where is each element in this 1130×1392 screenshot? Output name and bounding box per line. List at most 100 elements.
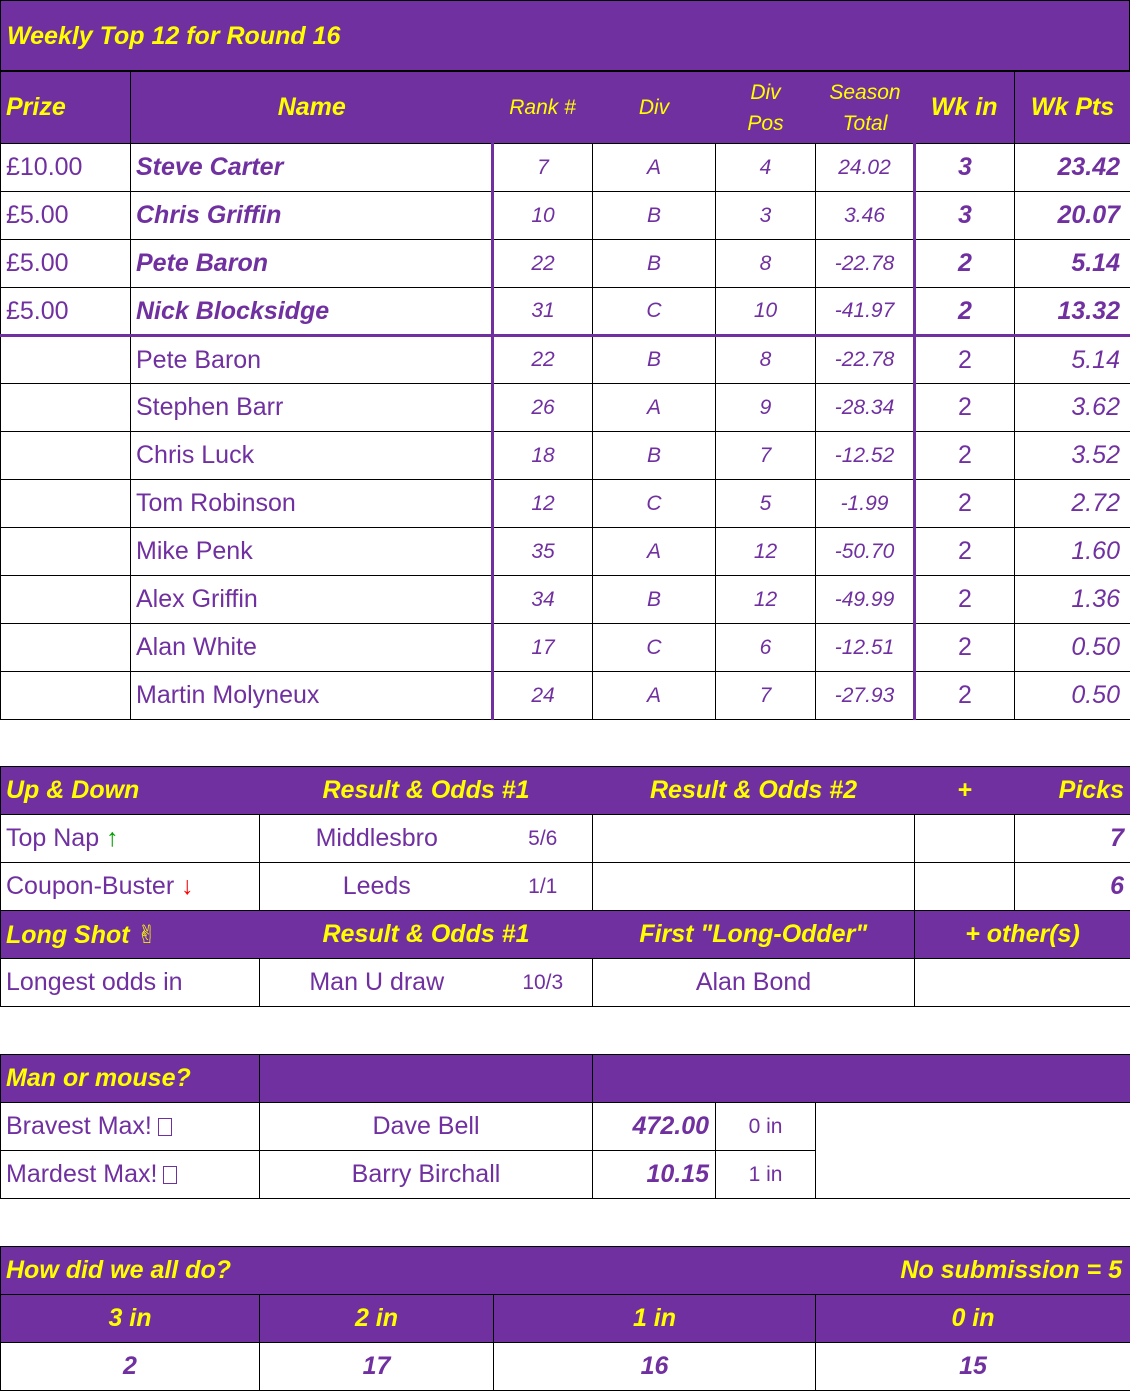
rank-cell: 34 — [492, 575, 593, 624]
prize-cell: £5.00 — [0, 287, 131, 337]
div-pos-cell: 5 — [715, 479, 816, 528]
wk-pts-cell: 0.50 — [1014, 671, 1130, 720]
wk-in-cell: 2 — [914, 383, 1015, 432]
div-cell: B — [592, 191, 716, 240]
wk-pts-cell: 1.60 — [1014, 527, 1130, 576]
updown-plus-header: + — [914, 766, 1015, 815]
longshot-first-header: First "Long-Odder" — [592, 910, 915, 959]
table-row: Pete Baron 22 B 8 -22.78 2 5.14 — [0, 335, 1130, 384]
div-cell: C — [592, 287, 716, 337]
div-cell: C — [592, 479, 716, 528]
rank-cell: 31 — [492, 287, 593, 337]
topnap-label-cell: Top Nap ↑ — [0, 814, 260, 863]
summary-table: How did we all do? No submission = 5 3 i… — [0, 1246, 1130, 1391]
mardest-value: 10.15 — [592, 1150, 716, 1199]
div-pos-cell: 8 — [715, 239, 816, 288]
mardest-name: Barry Birchall — [259, 1150, 593, 1199]
name-cell: Tom Robinson — [130, 479, 494, 528]
wk-pts-cell: 3.52 — [1014, 431, 1130, 480]
div-pos-cell: 12 — [715, 527, 816, 576]
season-total-cell: -49.99 — [815, 575, 916, 624]
couponbuster-picks: 6 — [1014, 862, 1130, 911]
header-prize: Prize — [0, 71, 131, 144]
updown-table: Up & Down Result & Odds #1 Result & Odds… — [0, 766, 1130, 1007]
header-name: Name — [130, 71, 493, 144]
wk-in-cell: 2 — [914, 671, 1015, 720]
div-pos-cell: 12 — [715, 575, 816, 624]
updown-title: Up & Down — [0, 766, 260, 815]
prize-cell — [0, 431, 131, 480]
header-div-pos: Div Pos — [715, 71, 816, 144]
table-row: £10.00 Steve Carter 7 A 4 24.02 3 23.42 — [0, 143, 1130, 192]
name-cell: Alan White — [130, 623, 494, 672]
longshot-label: Longest odds in — [0, 958, 260, 1007]
updown-result1-header: Result & Odds #1 — [259, 766, 593, 815]
season-total-cell: 3.46 — [815, 191, 916, 240]
wk-in-cell: 2 — [914, 623, 1015, 672]
season-total-cell: -27.93 — [815, 671, 916, 720]
topnap-odds: 5/6 — [493, 814, 593, 863]
div-pos-cell: 9 — [715, 383, 816, 432]
table-row: Martin Molyneux 24 A 7 -27.93 2 0.50 — [0, 671, 1130, 720]
name-cell: Chris Luck — [130, 431, 494, 480]
rank-cell: 22 — [492, 335, 593, 384]
wk-in-cell: 2 — [914, 239, 1015, 288]
div-cell: C — [592, 623, 716, 672]
season-total-cell: -50.70 — [815, 527, 916, 576]
div-pos-cell: 7 — [715, 431, 816, 480]
header-rank: Rank # — [492, 71, 593, 144]
topnap-result2 — [592, 814, 915, 863]
mardest-label: Mardest Max! — [6, 1160, 158, 1188]
season-total-cell: 24.02 — [815, 143, 916, 192]
couponbuster-result2 — [592, 862, 915, 911]
crossed-fingers-icon: ✌ — [136, 920, 158, 949]
summary-header-1in: 1 in — [493, 1294, 816, 1343]
prize-cell — [0, 527, 131, 576]
longshot-title-cell: Long Shot ✌ — [0, 910, 260, 959]
div-cell: B — [592, 239, 716, 288]
couponbuster-team: Leeds — [259, 862, 494, 911]
summary-section: How did we all do? No submission = 5 3 i… — [0, 1246, 1130, 1391]
summary-value-3in: 2 — [0, 1342, 260, 1391]
wk-pts-cell: 0.50 — [1014, 623, 1130, 672]
longshot-others-header: + other(s) — [914, 910, 1130, 959]
longshot-result1-header: Result & Odds #1 — [259, 910, 593, 959]
wk-pts-cell: 23.42 — [1014, 143, 1130, 192]
longshot-others — [914, 958, 1130, 1007]
header-wk-pts: Wk Pts — [1014, 71, 1130, 144]
updown-row-topnap: Top Nap ↑ Middlesbro 5/6 7 — [0, 814, 1130, 863]
longshot-player: Alan Bond — [592, 958, 915, 1007]
manmouse-header-blank-2 — [591, 1054, 1130, 1103]
table-row: Tom Robinson 12 C 5 -1.99 2 2.72 — [0, 479, 1130, 528]
name-cell: Nick Blocksidge — [130, 287, 494, 337]
name-cell: Pete Baron — [130, 239, 494, 288]
summary-value-2in: 17 — [259, 1342, 494, 1391]
prize-cell: £5.00 — [0, 239, 131, 288]
missing-glyph-icon — [163, 1166, 178, 1184]
missing-glyph-icon — [157, 1118, 172, 1136]
table-row: Alan White 17 C 6 -12.51 2 0.50 — [0, 623, 1130, 672]
updown-section: Up & Down Result & Odds #1 Result & Odds… — [0, 766, 1130, 1007]
summary-header-0in: 0 in — [815, 1294, 1130, 1343]
div-cell: B — [592, 575, 716, 624]
name-cell: Stephen Barr — [130, 383, 494, 432]
longshot-row: Longest odds in Man U draw 10/3 Alan Bon… — [0, 958, 1130, 1007]
longshot-title: Long Shot — [6, 920, 130, 949]
table-row: Stephen Barr 26 A 9 -28.34 2 3.62 — [0, 383, 1130, 432]
table-row: £5.00 Nick Blocksidge 31 C 10 -41.97 2 13.32 — [0, 287, 1130, 337]
rank-cell: 22 — [492, 239, 593, 288]
name-cell: Steve Carter — [130, 143, 494, 192]
manmouse-header-blank-1 — [259, 1054, 593, 1103]
rank-cell: 18 — [492, 431, 593, 480]
rank-cell: 17 — [492, 623, 593, 672]
header-div-pos-line1: Div — [750, 80, 781, 104]
prize-cell: £5.00 — [0, 191, 131, 240]
top12-section: Weekly Top 12 for Round 16 Prize Name Ra… — [0, 0, 1130, 720]
updown-row-couponbuster: Coupon-Buster ↓ Leeds 1/1 6 — [0, 862, 1130, 911]
top12-table: Prize Name Rank # Div Div Pos Season Tot… — [0, 71, 1130, 720]
name-cell: Pete Baron — [130, 335, 494, 384]
table-row: £5.00 Pete Baron 22 B 8 -22.78 2 5.14 — [0, 239, 1130, 288]
rank-cell: 7 — [492, 143, 593, 192]
div-cell: A — [592, 527, 716, 576]
top12-title: Weekly Top 12 for Round 16 — [0, 0, 1130, 71]
